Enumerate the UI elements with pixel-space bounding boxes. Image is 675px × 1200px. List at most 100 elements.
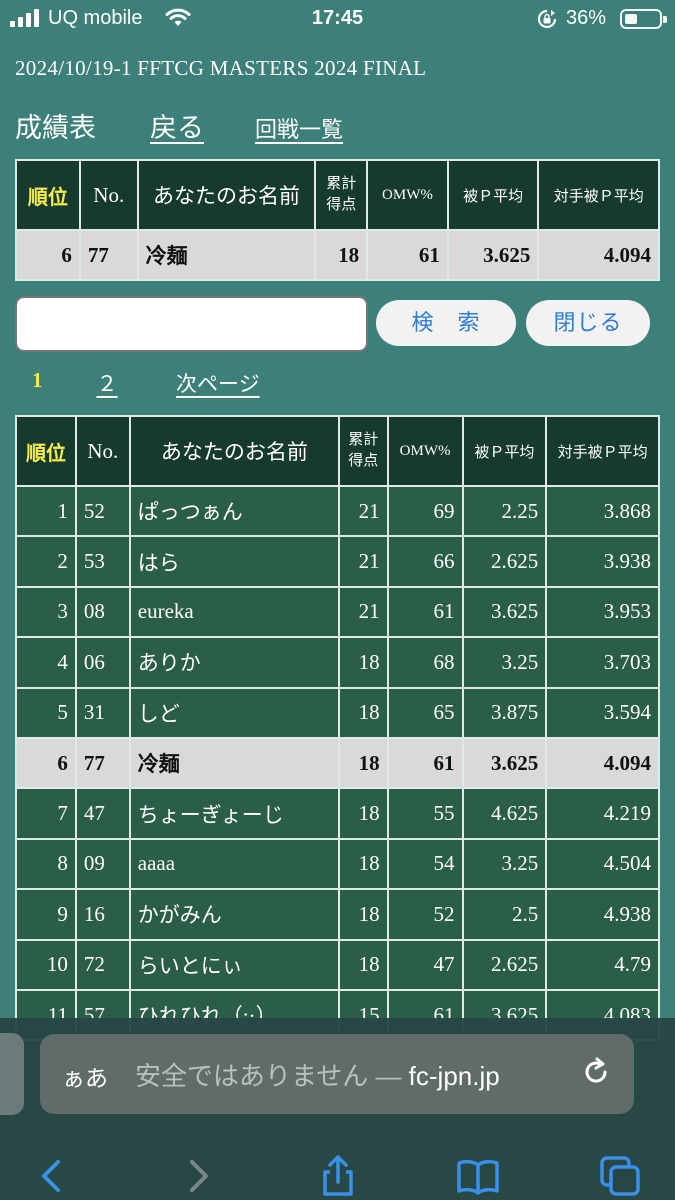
cell-omw: 69 <box>386 484 464 538</box>
cell-opp-avg-p: 4.79 <box>545 938 660 991</box>
cell-name: ちょーぎょーじ <box>128 787 340 840</box>
cell-rank: 6 <box>15 229 81 281</box>
cell-avg-p: 2.25 <box>461 484 548 538</box>
cell-points: 21 <box>337 535 389 588</box>
cell-rank: 8 <box>15 837 77 891</box>
cell-name: ぱっつぁん <box>128 484 340 538</box>
cell-no: 52 <box>74 484 131 538</box>
table-row: 1 52 ぱっつぁん 21 69 2.25 3.868 <box>15 484 660 538</box>
cell-name: しど <box>128 686 340 739</box>
col-rank: 順位 <box>15 415 77 487</box>
col-rank: 順位 <box>15 159 81 231</box>
search-input[interactable] <box>15 296 368 352</box>
cell-rank: 10 <box>15 938 77 991</box>
table-row: 10 72 らいとにぃ 18 47 2.625 4.79 <box>15 938 660 991</box>
cell-omw: 52 <box>386 888 464 941</box>
reload-icon[interactable] <box>578 1054 614 1090</box>
status-bar: UQ mobile 17:45 36% <box>0 0 675 38</box>
standings-table: 順位 No. あなたのお名前 累計 得点 OMW% 被Ｐ平均 対手被Ｐ平均 15… <box>15 415 660 1042</box>
cell-name: aaaa <box>128 837 340 891</box>
cell-rank: 1 <box>15 484 77 538</box>
cell-omw: 61 <box>366 229 449 281</box>
col-no: No. <box>74 415 131 487</box>
cell-rank: 2 <box>15 535 77 588</box>
col-no: No. <box>78 159 139 231</box>
cell-name: 冷麺 <box>128 736 340 790</box>
table-row: 6 77 冷麺 18 61 3.625 4.094 <box>15 736 660 790</box>
table-row: 4 06 ありか 18 68 3.25 3.703 <box>15 636 660 689</box>
rotation-lock-icon <box>537 9 557 29</box>
cell-no: 09 <box>74 837 131 891</box>
cell-points: 18 <box>337 888 389 941</box>
cell-no: 06 <box>74 636 131 689</box>
cell-opp-avg-p: 3.703 <box>545 636 660 689</box>
cell-rank: 6 <box>15 736 77 790</box>
table-row: 9 16 かがみん 18 52 2.5 4.938 <box>15 888 660 941</box>
table-row: 7 47 ちょーぎょーじ 18 55 4.625 4.219 <box>15 787 660 840</box>
col-points-line1: 累計 <box>326 176 357 192</box>
cell-points: 18 <box>337 938 389 991</box>
cell-opp-avg-p: 3.868 <box>545 484 660 538</box>
cell-avg-p: 3.625 <box>461 585 548 639</box>
col-name: あなたのお名前 <box>128 415 340 487</box>
browser-chrome: ぁあ 安全ではありません — fc-jpn.jp <box>0 1018 675 1200</box>
table-row: 2 53 はら 21 66 2.625 3.938 <box>15 535 660 588</box>
cell-omw: 68 <box>386 636 464 689</box>
cell-points: 21 <box>337 585 389 639</box>
address-text[interactable]: 安全ではありません — fc-jpn.jp <box>135 1056 500 1093</box>
cell-no: 77 <box>74 736 131 790</box>
back-link[interactable]: 戻る <box>150 106 204 145</box>
page-2-link[interactable]: ２ <box>85 368 129 398</box>
my-result-table: 順位 No. あなたのお名前 累計 得点 OMW% 被Ｐ平均 対手被Ｐ平均 6 … <box>15 159 660 281</box>
cell-opp-avg-p: 3.594 <box>545 686 660 739</box>
next-page-link[interactable]: 次ページ <box>176 368 260 398</box>
cell-omw: 54 <box>386 837 464 891</box>
search-button[interactable]: 検 索 <box>376 300 516 346</box>
cell-avg-p: 2.625 <box>461 535 548 588</box>
cell-avg-p: 3.25 <box>461 837 548 891</box>
col-name: あなたのお名前 <box>136 159 317 231</box>
cell-opp-avg-p: 3.953 <box>545 585 660 639</box>
results-heading: 成績表 <box>15 113 96 143</box>
rounds-list-link[interactable]: 回戦一覧 <box>255 112 343 144</box>
cell-name: かがみん <box>128 888 340 941</box>
share-icon[interactable] <box>316 1154 360 1198</box>
cell-name: eureka <box>128 585 340 639</box>
cell-points: 18 <box>314 229 369 281</box>
cell-avg-p: 3.875 <box>461 686 548 739</box>
table-row: 5 31 しど 18 65 3.875 3.594 <box>15 686 660 739</box>
cell-name: はら <box>128 535 340 588</box>
cell-rank: 4 <box>15 636 77 689</box>
tabs-icon[interactable] <box>598 1154 642 1198</box>
address-bar[interactable]: ぁあ 安全ではありません — fc-jpn.jp <box>40 1034 634 1114</box>
cell-avg-p: 2.5 <box>461 888 548 941</box>
table-row: 8 09 aaaa 18 54 3.25 4.504 <box>15 837 660 891</box>
page-settings-button[interactable]: ぁあ <box>62 1059 108 1093</box>
table-row: 3 08 eureka 21 61 3.625 3.953 <box>15 585 660 639</box>
col-opp-avg-p: 対手被Ｐ平均 <box>545 415 660 487</box>
battery-icon <box>620 9 667 29</box>
cell-points: 18 <box>337 736 389 790</box>
cell-name: ありか <box>128 636 340 689</box>
cell-omw: 61 <box>386 736 464 790</box>
cell-no: 53 <box>74 535 131 588</box>
back-arrow-icon[interactable] <box>30 1154 74 1198</box>
forward-arrow-icon[interactable] <box>176 1154 220 1198</box>
col-avg-p: 被Ｐ平均 <box>461 415 548 487</box>
cell-omw: 47 <box>386 938 464 991</box>
cell-omw: 55 <box>386 787 464 840</box>
bookmarks-icon[interactable] <box>456 1154 500 1198</box>
close-button[interactable]: 閉じる <box>526 300 650 346</box>
cell-opp-avg-p: 4.094 <box>545 736 660 790</box>
cell-omw: 65 <box>386 686 464 739</box>
cell-rank: 5 <box>15 686 77 739</box>
cell-points: 18 <box>337 636 389 689</box>
page-title: 2024/10/19-1 FFTCG MASTERS 2024 FINAL <box>15 56 427 80</box>
cell-omw: 66 <box>386 535 464 588</box>
previous-tab-peek[interactable] <box>0 1033 24 1115</box>
cell-no: 47 <box>74 787 131 840</box>
col-points-line1: 累計 <box>348 432 379 448</box>
cell-avg-p: 3.625 <box>461 736 548 790</box>
cell-points: 21 <box>337 484 389 538</box>
cell-no: 08 <box>74 585 131 639</box>
